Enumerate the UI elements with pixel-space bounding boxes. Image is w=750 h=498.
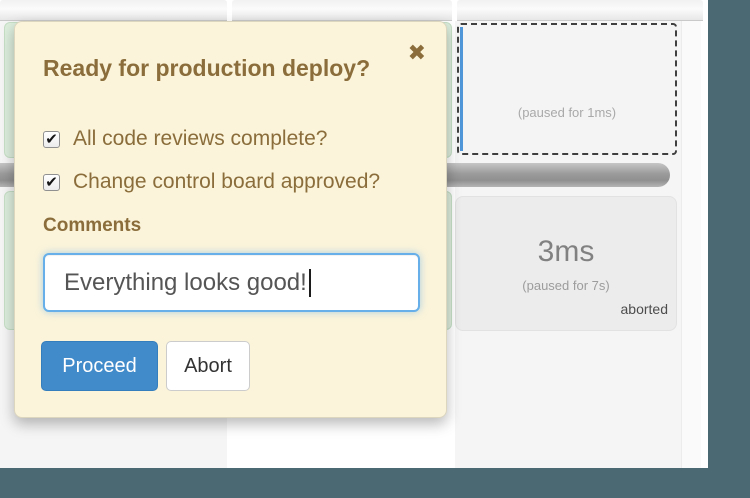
progress-indicator-strip bbox=[460, 27, 463, 151]
app-canvas: (paused for 1ms) 3ms (paused for 7s) abo… bbox=[0, 0, 750, 498]
right-panel bbox=[708, 0, 750, 498]
text-caret bbox=[309, 269, 311, 297]
pipeline-column-header-3 bbox=[457, 0, 703, 21]
bottom-bar bbox=[0, 468, 750, 498]
comments-input-value: Everything looks good! bbox=[64, 269, 307, 297]
step-status-label: aborted bbox=[621, 301, 668, 317]
pipeline-column-header-1 bbox=[0, 0, 227, 21]
abort-button[interactable]: Abort bbox=[166, 341, 250, 391]
step-duration: 3ms bbox=[456, 235, 676, 269]
checklist-row-change-control[interactable]: ✔ Change control board approved? bbox=[43, 171, 380, 193]
close-icon[interactable]: ✖ bbox=[408, 42, 426, 64]
dialog-title: Ready for production deploy? bbox=[43, 55, 370, 82]
checkbox-change-control[interactable]: ✔ bbox=[43, 174, 60, 191]
aborted-step-note: (paused for 7s) bbox=[456, 278, 676, 293]
proceed-button[interactable]: Proceed bbox=[41, 341, 158, 391]
checklist-row-code-reviews[interactable]: ✔ All code reviews complete? bbox=[43, 128, 327, 150]
comments-label: Comments bbox=[43, 215, 141, 237]
checkbox-label: Change control board approved? bbox=[73, 170, 380, 194]
deploy-prompt-dialog: ✖ Ready for production deploy? ✔ All cod… bbox=[14, 21, 447, 418]
pipeline-scroll-gutter bbox=[681, 21, 701, 468]
pipeline-column-header-2 bbox=[232, 0, 452, 21]
checkbox-label: All code reviews complete? bbox=[73, 127, 327, 151]
comments-input[interactable]: Everything looks good! bbox=[43, 253, 420, 312]
aborted-step-card[interactable]: 3ms (paused for 7s) aborted bbox=[455, 196, 677, 331]
paused-step-card[interactable]: (paused for 1ms) bbox=[457, 23, 677, 155]
checkbox-code-reviews[interactable]: ✔ bbox=[43, 131, 60, 148]
paused-step-note: (paused for 1ms) bbox=[459, 105, 675, 120]
